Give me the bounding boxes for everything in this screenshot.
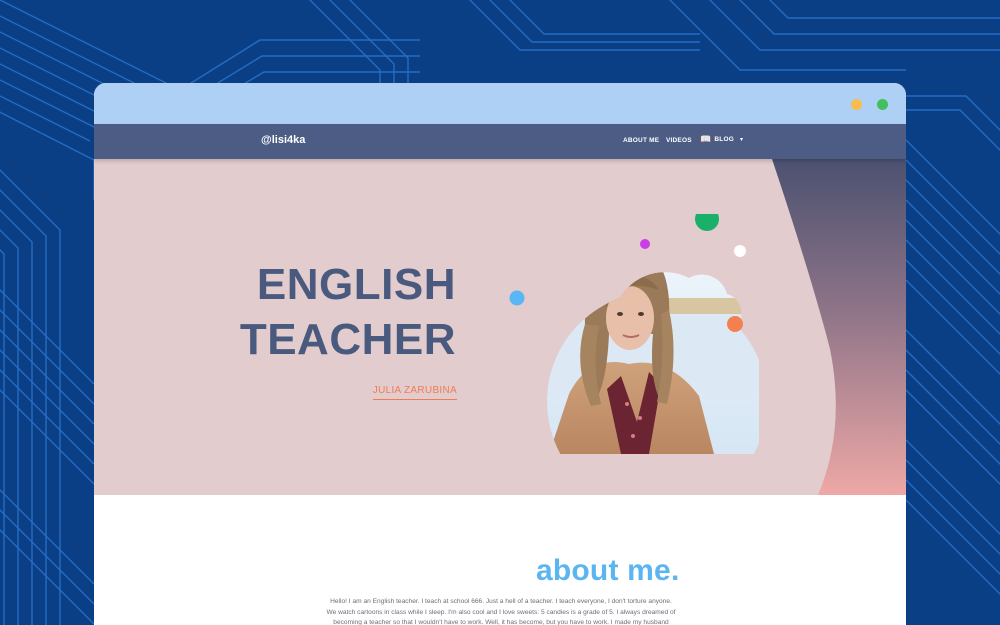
window-titlebar <box>94 83 906 124</box>
browser-window: @lisi4ka ABOUT ME VIDEOS 📖 BLOG ▾ ENGLIS… <box>94 83 906 625</box>
minimize-dot[interactable] <box>851 99 862 110</box>
about-section: about me. Hello! I am an English teacher… <box>94 495 906 625</box>
about-title: about me. <box>536 554 680 587</box>
chevron-down-icon: ▾ <box>739 137 744 143</box>
hero-gradient-shape <box>772 159 906 495</box>
hero-section: ENGLISH TEACHER JULIA ZARUBINA <box>94 159 906 495</box>
portrait-photo <box>509 214 759 454</box>
nav-item-about-me[interactable]: ABOUT ME <box>623 137 659 144</box>
about-text: Hello! I am an English teacher. I teach … <box>326 598 676 625</box>
site-navbar: @lisi4ka ABOUT ME VIDEOS 📖 BLOG ▾ <box>94 124 906 159</box>
nav-item-blog[interactable]: 📖 BLOG ▾ <box>700 135 743 144</box>
maximize-dot[interactable] <box>877 99 888 110</box>
nav-item-blog-label: BLOG <box>714 136 734 143</box>
hero-title-line-2: TEACHER <box>239 315 456 364</box>
book-icon: 📖 <box>700 134 712 144</box>
site-brand[interactable]: @lisi4ka <box>261 134 305 146</box>
hero-subtitle-link[interactable]: JULIA ZARUBINA <box>372 385 457 400</box>
hero-title-line-1: ENGLISH <box>256 260 456 309</box>
nav-item-videos[interactable]: VIDEOS <box>666 137 692 144</box>
